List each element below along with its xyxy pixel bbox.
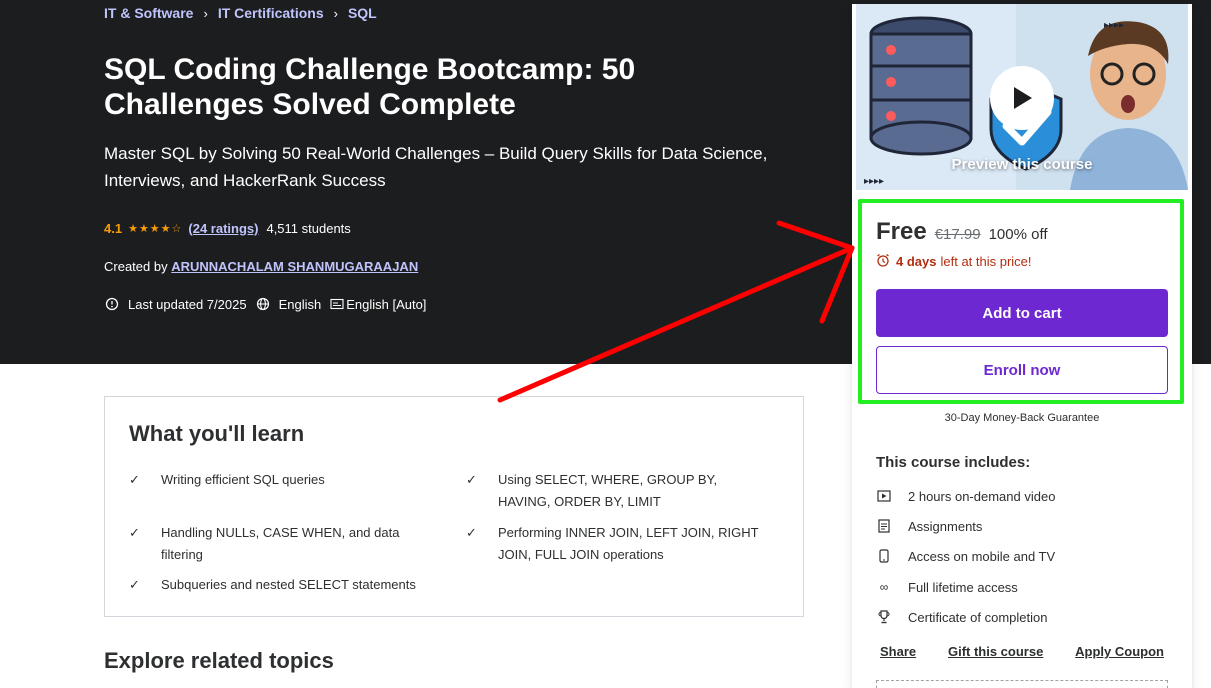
learn-item: ✓ Handling NULLs, CASE WHEN, and data fi… [129, 522, 429, 566]
explore-topics-heading: Explore related topics [104, 648, 334, 673]
add-to-cart-button[interactable]: Add to cart [876, 289, 1168, 337]
learn-item: ✓ Writing efficient SQL queries [129, 469, 429, 491]
course-preview[interactable]: ▸▸▸▸ ▸▸▸▸ Preview this course [856, 4, 1188, 190]
assignment-icon [876, 518, 892, 534]
coupon-box [876, 680, 1168, 688]
money-back-guarantee: 30-Day Money-Back Guarantee [944, 412, 1100, 424]
timer-days: 4 days [896, 254, 937, 269]
instructor-link[interactable]: ARUNNACHALAM SHANMUGARAAJAN [171, 259, 418, 274]
includes-title: This course includes: [876, 454, 1031, 471]
chevron-right-icon: › [333, 5, 338, 21]
trophy-icon [876, 609, 892, 625]
alarm-clock-icon [876, 253, 890, 270]
learn-item: ✓ Using SELECT, WHERE, GROUP BY, HAVING,… [466, 469, 766, 513]
globe-icon [255, 296, 271, 312]
breadcrumb-it-software[interactable]: IT & Software [104, 5, 193, 21]
apply-coupon-link[interactable]: Apply Coupon [1075, 644, 1164, 659]
play-button[interactable] [990, 66, 1054, 130]
created-by: Created by ARUNNACHALAM SHANMUGARAAJAN [104, 259, 418, 274]
purchase-sidebar: ▸▸▸▸ ▸▸▸▸ Preview this course Free €17.9… [852, 4, 1192, 688]
course-meta: Last updated 7/2025 English English [Aut… [104, 296, 434, 312]
last-updated: Last updated 7/2025 [104, 296, 247, 312]
learn-heading: What you'll learn [129, 421, 305, 446]
course-subtitle: Master SQL by Solving 50 Real-World Chal… [104, 144, 768, 190]
breadcrumb-it-certifications[interactable]: IT Certifications [218, 5, 324, 21]
include-item: ∞ Full lifetime access [876, 579, 1018, 595]
include-item: 2 hours on-demand video [876, 488, 1055, 504]
include-item: Certificate of completion [876, 609, 1047, 625]
chevron-right-icon: › [203, 5, 208, 21]
students-count: 4,511 students [266, 220, 351, 236]
rating-value: 4.1 [104, 220, 123, 236]
original-price: €17.99 [934, 226, 981, 243]
preview-label: Preview this course [951, 156, 1093, 173]
price-row: Free €17.99 100% off [876, 218, 1048, 246]
play-icon [1014, 87, 1032, 109]
price-timer: 4 days left at this price! [876, 253, 1032, 270]
created-by-label: Created by [104, 259, 168, 274]
check-icon: ✓ [129, 525, 140, 540]
database-icon [869, 16, 973, 156]
discount-percent: 100% off [988, 226, 1048, 243]
check-icon: ✓ [129, 472, 140, 487]
breadcrumb-sql[interactable]: SQL [348, 5, 377, 21]
video-icon [876, 488, 892, 504]
learn-item: ✓ Subqueries and nested SELECT statement… [129, 574, 429, 596]
gift-course-link[interactable]: Gift this course [948, 644, 1043, 659]
check-icon: ✓ [466, 472, 477, 487]
current-price: Free [876, 218, 927, 245]
include-item: Access on mobile and TV [876, 548, 1055, 564]
enroll-now-button[interactable]: Enroll now [876, 346, 1168, 394]
ratings-count-link[interactable]: (24 ratings) [188, 221, 258, 236]
breadcrumb: IT & Software › IT Certifications › SQL [104, 5, 377, 21]
timer-text: left at this price! [940, 254, 1032, 269]
check-icon: ✓ [129, 577, 140, 592]
infinity-icon: ∞ [879, 580, 889, 594]
svg-text:▸▸▸▸: ▸▸▸▸ [864, 176, 884, 187]
include-item: Assignments [876, 518, 982, 534]
rating-row: 4.1 ★★★★☆ (24 ratings) 4,511 students [104, 219, 351, 237]
svg-text:▸▸▸▸: ▸▸▸▸ [1104, 20, 1124, 31]
learn-item: ✓ Performing INNER JOIN, LEFT JOIN, RIGH… [466, 522, 766, 566]
course-title: SQL Coding Challenge Bootcamp: 50 Challe… [104, 53, 636, 121]
captions-icon [329, 296, 345, 312]
share-link[interactable]: Share [880, 644, 916, 659]
mobile-icon [876, 548, 892, 564]
what-you-learn-box: What you'll learn ✓ Writing efficient SQ… [104, 396, 804, 617]
star-rating-icon: ★★★★☆ [128, 222, 183, 235]
sidebar-links: Share Gift this course Apply Coupon [880, 644, 1164, 659]
captions: English [Auto] [329, 296, 426, 312]
check-icon: ✓ [466, 525, 477, 540]
alert-icon [104, 296, 120, 312]
language: English [255, 296, 321, 312]
